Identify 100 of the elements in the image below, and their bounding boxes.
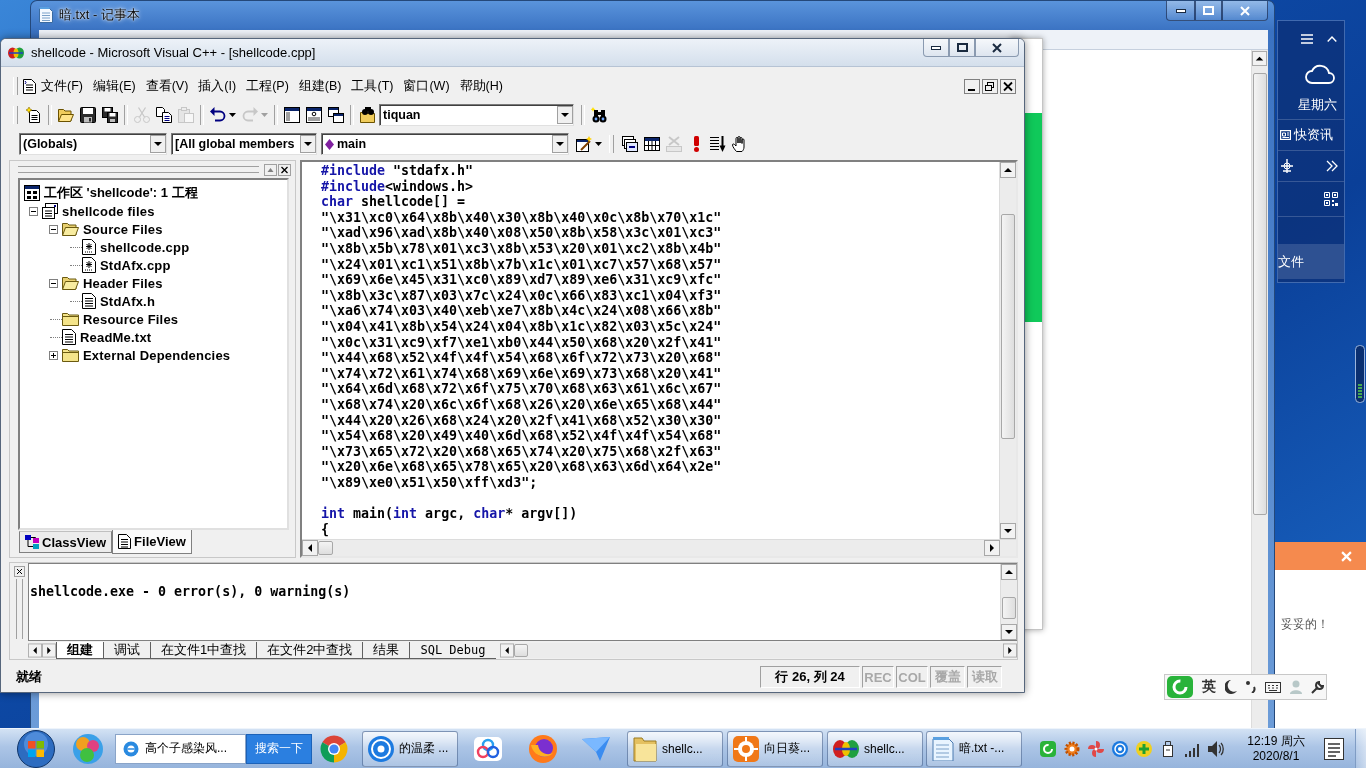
tab[interactable]: 结果	[362, 641, 410, 659]
caret-down-icon[interactable]	[229, 113, 236, 117]
gear-icon[interactable]	[1064, 740, 1080, 757]
horizontal-scrollbar[interactable]	[499, 642, 1017, 658]
clock-time[interactable]: 12:19 周六	[1247, 733, 1305, 749]
panel-grip[interactable]	[15, 579, 23, 639]
colorful-ball-icon[interactable]	[73, 733, 103, 764]
binoculars-icon[interactable]	[591, 107, 607, 123]
tricolor-circle-icon[interactable]	[320, 734, 348, 763]
notes-icon[interactable]	[1324, 737, 1344, 760]
crescent-circle-icon[interactable]	[529, 734, 557, 763]
show-desktop-button[interactable]	[1355, 728, 1366, 768]
taskbar-button[interactable]: 暗.txt -...	[926, 730, 1022, 767]
menu-item[interactable]: 工程(P)	[241, 74, 294, 98]
pinwheel-icon[interactable]	[1088, 740, 1104, 757]
close-icon[interactable]	[13, 566, 25, 577]
ring-circle-icon[interactable]	[1112, 740, 1128, 757]
tree-item[interactable]: shellcode.cpp	[100, 239, 190, 255]
exclamation-icon[interactable]	[693, 136, 699, 152]
tab[interactable]: SQL Debug	[409, 641, 496, 659]
minimize-button[interactable]	[923, 39, 949, 57]
minimize-button[interactable]	[1166, 1, 1195, 21]
tree-item[interactable]: External Dependencies	[83, 347, 231, 363]
vertical-scrollbar[interactable]	[1251, 50, 1268, 728]
vertical-scrollbar[interactable]	[1000, 564, 1017, 640]
tab[interactable]: ClassView	[19, 531, 113, 553]
double-chevron-icon[interactable]	[1326, 160, 1338, 172]
menu-item[interactable]: 帮助(H)	[454, 74, 508, 98]
maximize-button[interactable]	[949, 39, 975, 57]
taskbar-button[interactable]: shellc...	[627, 730, 723, 767]
moon-icon[interactable]	[1225, 680, 1237, 694]
dropdown[interactable]: tiquan	[379, 104, 574, 126]
menu-item[interactable]: 工具(T)	[346, 74, 399, 98]
tree-item[interactable]: StdAfx.cpp	[100, 257, 171, 273]
caret-down-icon[interactable]	[595, 142, 602, 146]
menu-item[interactable]: 插入(I)	[193, 74, 242, 98]
collapse-box-icon[interactable]	[48, 224, 58, 234]
three-rings-icon[interactable]	[474, 736, 502, 761]
menu-item[interactable]: 组建(B)	[293, 74, 347, 98]
taskbar-button[interactable]: shellc...	[827, 730, 923, 767]
scrollbar-thumb[interactable]	[1002, 597, 1016, 619]
punctuation-icon[interactable]	[1246, 681, 1256, 693]
expand-box-icon[interactable]	[48, 350, 58, 360]
tree-item[interactable]: shellcode files	[62, 203, 155, 219]
tree-item[interactable]: Resource Files	[83, 311, 179, 327]
tree-item[interactable]: ReadMe.txt	[80, 329, 152, 345]
tab[interactable]: 在文件2中查找	[256, 641, 363, 659]
clock-date[interactable]: 2020/8/1	[1252, 748, 1300, 764]
collapse-box-icon[interactable]	[48, 278, 58, 288]
menu-item[interactable]: 文件(F)	[36, 74, 88, 98]
taskbar-button[interactable]: 的温柔 ...	[362, 730, 458, 767]
device-icon[interactable]	[1160, 740, 1176, 757]
stacked-pages-icon[interactable]	[622, 136, 638, 152]
scrollbar-thumb[interactable]	[1253, 73, 1267, 515]
stacked-floppies-icon[interactable]	[102, 107, 118, 123]
tree-item[interactable]: Header Files	[83, 275, 163, 291]
menu-item[interactable]: 查看(V)	[140, 74, 194, 98]
wand-window-icon[interactable]	[576, 136, 592, 152]
start-orb-icon[interactable]	[17, 729, 55, 768]
close-icon[interactable]	[1000, 78, 1016, 94]
tree-item[interactable]: Source Files	[83, 221, 163, 237]
document-icon[interactable]	[23, 78, 36, 94]
window-side-pane-icon[interactable]	[284, 107, 300, 123]
new-file-icon[interactable]	[26, 107, 42, 123]
menu-icon[interactable]	[1301, 34, 1313, 44]
open-folder-icon[interactable]	[58, 107, 74, 123]
dropdown[interactable]: [All global members	[171, 133, 317, 155]
dropdown[interactable]: (Globals)	[19, 133, 167, 155]
code-editor[interactable]	[300, 160, 1018, 558]
panel-grip[interactable]	[18, 166, 259, 173]
keyboard-icon[interactable]	[1265, 681, 1281, 693]
list-arrow-icon[interactable]	[710, 136, 726, 152]
scrollbar-thumb[interactable]	[318, 541, 333, 555]
taskbar-button[interactable]: 向日葵...	[727, 730, 823, 767]
qr-code-icon[interactable]	[1324, 192, 1338, 206]
maximize-button[interactable]	[1195, 1, 1222, 21]
close-button[interactable]	[975, 39, 1019, 57]
undo-icon[interactable]	[210, 107, 226, 123]
tree-item[interactable]: 工作区 'shellcode': 1 工程	[44, 184, 198, 202]
input-mode-toggle[interactable]: 英	[1202, 678, 1216, 696]
tab[interactable]: 在文件1中查找	[150, 641, 257, 659]
folder-binoculars-icon[interactable]	[360, 107, 376, 123]
window-list-icon[interactable]	[328, 107, 344, 123]
tab[interactable]: 组建	[56, 641, 103, 659]
wrench-icon[interactable]	[1311, 680, 1324, 694]
restore-icon[interactable]	[982, 78, 998, 94]
speaker-icon[interactable]	[1208, 740, 1224, 757]
window-bottom-pane-icon[interactable]	[306, 107, 322, 123]
hand-icon[interactable]	[732, 136, 748, 152]
tab[interactable]: 调试	[103, 641, 150, 659]
news-link[interactable]: 快资讯	[1294, 126, 1333, 144]
dropdown[interactable]: main	[321, 133, 569, 155]
horizontal-scrollbar[interactable]	[302, 539, 1016, 556]
scrollbar-thumb[interactable]	[1001, 214, 1015, 439]
grid-window-icon[interactable]	[644, 136, 660, 152]
tab[interactable]: FileView	[112, 530, 192, 554]
close-icon[interactable]	[278, 163, 291, 176]
menu-item[interactable]: 窗口(W)	[398, 74, 455, 98]
search-button[interactable]: 搜索一下	[246, 733, 312, 764]
search-field[interactable]: 高个子感染风...	[115, 733, 246, 764]
